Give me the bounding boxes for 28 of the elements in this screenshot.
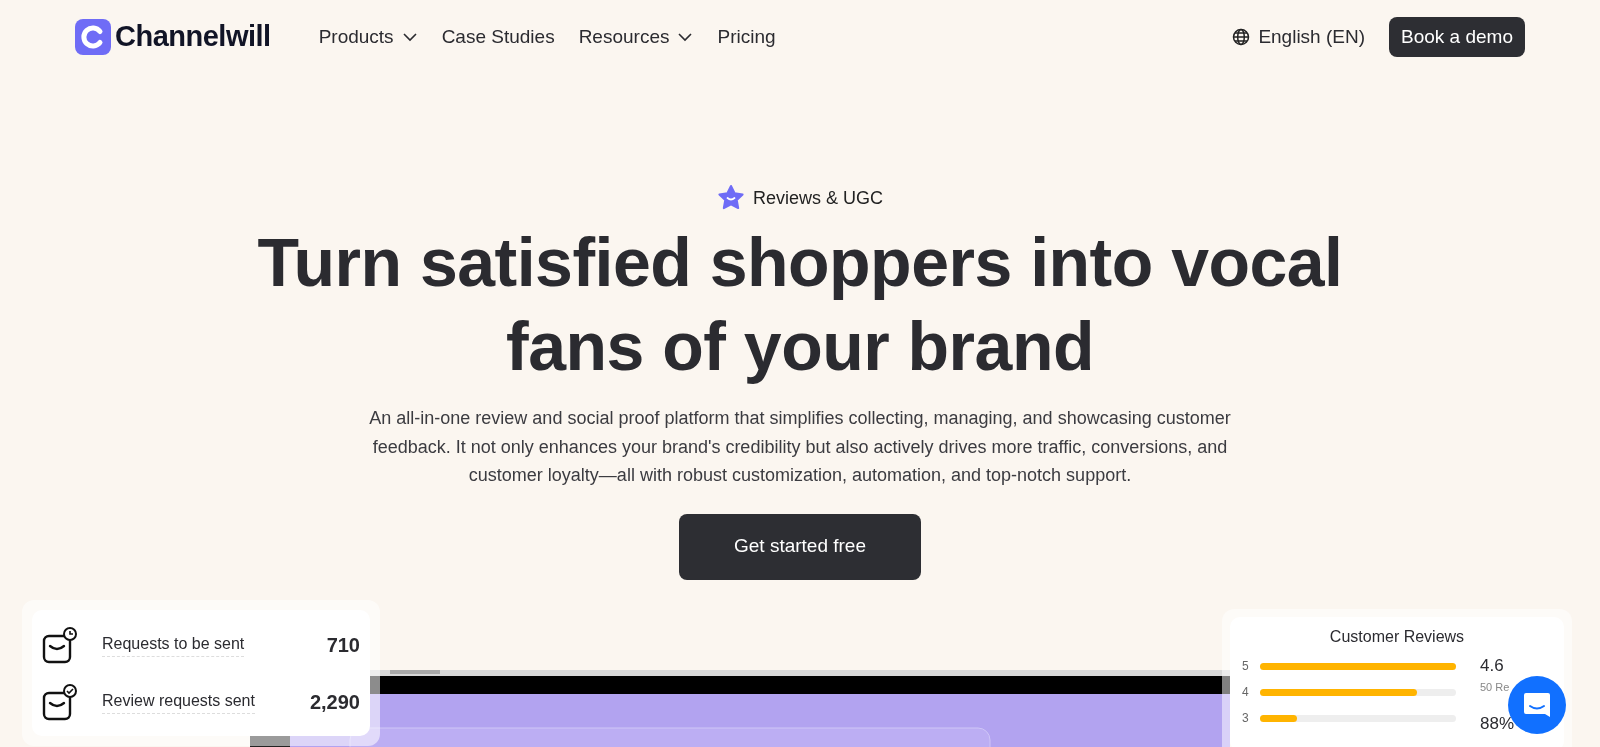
stat-label: Review requests sent	[102, 689, 255, 714]
rating: 4.6	[1480, 655, 1505, 677]
description: An all-in-one review and social proof platform that simplifies collecting, managing, and showcasing customer feedback. It not only enhances your brand's credibility but also actively drives more traffic, conversions, and customer loyalty—all with robust customization, automation, and top-notch support.	[368, 407, 1232, 487]
star-icon	[717, 184, 745, 212]
star-label: 3	[1242, 710, 1250, 727]
get-started-button[interactable]: Get started free	[679, 513, 921, 580]
review-count: 50 Re	[1480, 679, 1511, 695]
nav-link[interactable]: Resources	[578, 22, 694, 52]
chat-icon	[1522, 690, 1552, 720]
book-demo-button[interactable]: Book a demo	[1389, 16, 1525, 58]
nav-link[interactable]: Products	[318, 22, 418, 52]
star-label: 4	[1242, 684, 1250, 701]
logo-icon	[75, 19, 111, 55]
star-label: 5	[1242, 658, 1250, 675]
category-label: Reviews & UGC	[753, 186, 883, 210]
stat-label: Requests to be sent	[102, 632, 245, 657]
headline: Turn satisfied shoppers into vocal fans of your brand	[256, 223, 1344, 386]
mail-clock-icon	[42, 625, 78, 664]
brand-name[interactable]: Channelwill	[115, 15, 271, 59]
nav-link[interactable]: Case Studies	[441, 22, 555, 52]
nav-link[interactable]: Pricing	[717, 22, 776, 52]
stat-value: 2,290	[309, 689, 360, 715]
globe-icon	[1232, 28, 1251, 46]
mail-check-icon	[42, 682, 78, 721]
percentage: 88%	[1480, 713, 1515, 735]
stat-value: 710	[326, 632, 360, 658]
reviews-title: Customer Reviews	[1328, 627, 1466, 647]
language-selector[interactable]: English (EN)	[1232, 22, 1366, 52]
